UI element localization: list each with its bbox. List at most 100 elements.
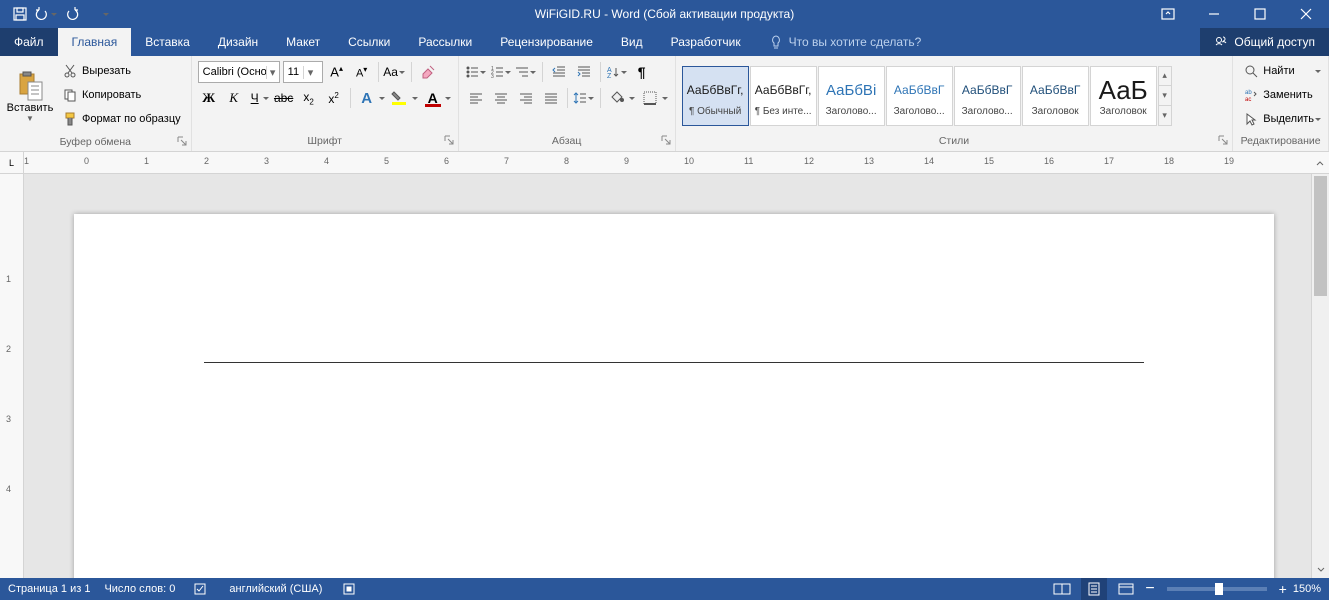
align-center-button[interactable] (490, 87, 512, 109)
style-item-0[interactable]: АаБбВвГг,¶ Обычный (682, 66, 749, 126)
text-effects-button[interactable]: A (356, 87, 386, 109)
font-color-button[interactable]: A (422, 87, 452, 109)
underline-button[interactable]: Ч (248, 87, 270, 109)
numbering-button[interactable]: 123 (490, 61, 512, 83)
svg-text:ac: ac (1245, 97, 1251, 102)
styles-scroll[interactable]: ▴▾▾ (1158, 66, 1172, 126)
cursor-icon (1243, 111, 1259, 127)
borders-button[interactable] (639, 87, 669, 109)
select-button[interactable]: Выделить (1239, 108, 1322, 130)
page[interactable] (74, 214, 1274, 578)
minimize-button[interactable] (1191, 0, 1237, 28)
show-marks-button[interactable]: ¶ (631, 61, 653, 83)
style-item-6[interactable]: АаБЗаголовок (1090, 66, 1157, 126)
tab-file[interactable]: Файл (0, 28, 58, 56)
style-item-1[interactable]: АаБбВвГг,¶ Без инте... (750, 66, 817, 126)
print-layout-button[interactable] (1081, 578, 1107, 600)
tab-view[interactable]: Вид (607, 28, 657, 56)
superscript-button[interactable]: x2 (323, 87, 345, 109)
status-page[interactable]: Страница 1 из 1 (8, 583, 90, 595)
redo-button[interactable] (60, 2, 84, 26)
font-dialog-launcher[interactable] (444, 135, 456, 147)
change-case-button[interactable]: Aa (384, 61, 406, 83)
sort-button[interactable]: AZ (606, 61, 628, 83)
style-item-4[interactable]: АаБбВвГЗаголово... (954, 66, 1021, 126)
group-label-styles: Стили (939, 135, 969, 147)
highlight-button[interactable] (389, 87, 419, 109)
undo-button[interactable] (34, 2, 58, 26)
bullets-button[interactable] (465, 61, 487, 83)
font-size-combo[interactable]: 11▾ (283, 61, 323, 83)
increase-indent-button[interactable] (573, 61, 595, 83)
zoom-out-button[interactable]: − (1145, 580, 1154, 598)
tab-insert[interactable]: Вставка (131, 28, 204, 56)
ribbon-display-options[interactable] (1145, 0, 1191, 28)
clear-formatting-button[interactable] (417, 61, 439, 83)
ruler-area: L 21012345678910111213141516171819 (0, 152, 1329, 174)
copy-icon (62, 87, 78, 103)
ruler-corner[interactable]: L (0, 152, 24, 174)
align-left-button[interactable] (465, 87, 487, 109)
align-right-button[interactable] (515, 87, 537, 109)
style-item-2[interactable]: АаБбВіЗаголово... (818, 66, 885, 126)
qat-customize[interactable] (86, 2, 110, 26)
style-item-3[interactable]: АаБбВвГЗаголово... (886, 66, 953, 126)
web-layout-button[interactable] (1113, 578, 1139, 600)
copy-button[interactable]: Копировать (58, 84, 185, 106)
tab-developer[interactable]: Разработчик (657, 28, 755, 56)
maximize-button[interactable] (1237, 0, 1283, 28)
tab-design[interactable]: Дизайн (204, 28, 272, 56)
line-spacing-button[interactable] (573, 87, 595, 109)
decrease-indent-button[interactable] (548, 61, 570, 83)
tab-review[interactable]: Рецензирование (486, 28, 607, 56)
group-editing: Найти abacЗаменить Выделить Редактирован… (1233, 56, 1329, 151)
horizontal-ruler[interactable]: 21012345678910111213141516171819 (24, 152, 1311, 174)
tab-layout[interactable]: Макет (272, 28, 334, 56)
tell-me[interactable]: Что вы хотите сделать? (755, 28, 936, 56)
status-words[interactable]: Число слов: 0 (104, 583, 175, 595)
strikethrough-button[interactable]: abc (273, 87, 295, 109)
subscript-button[interactable]: x2 (298, 87, 320, 109)
shading-button[interactable] (606, 87, 636, 109)
macro-icon[interactable] (336, 578, 362, 600)
styles-dialog-launcher[interactable] (1218, 135, 1230, 147)
italic-button[interactable]: К (223, 87, 245, 109)
read-mode-button[interactable] (1049, 578, 1075, 600)
bold-button[interactable]: Ж (198, 87, 220, 109)
tab-home[interactable]: Главная (58, 28, 132, 56)
spellcheck-icon[interactable] (189, 578, 215, 600)
find-button[interactable]: Найти (1239, 60, 1322, 82)
style-item-5[interactable]: АаБбВвГЗаголовок (1022, 66, 1089, 126)
replace-button[interactable]: abacЗаменить (1239, 84, 1322, 106)
justify-button[interactable] (540, 87, 562, 109)
clipboard-dialog-launcher[interactable] (177, 136, 189, 148)
zoom-level[interactable]: 150% (1293, 583, 1321, 595)
save-button[interactable] (8, 2, 32, 26)
format-painter-button[interactable]: Формат по образцу (58, 108, 185, 130)
bucket-icon (609, 91, 625, 105)
document-canvas[interactable] (24, 174, 1311, 578)
shrink-font-button[interactable]: A▾ (351, 61, 373, 83)
zoom-handle[interactable] (1215, 583, 1223, 595)
share-button[interactable]: Общий доступ (1200, 28, 1329, 56)
grow-font-button[interactable]: A▴ (326, 61, 348, 83)
search-icon (1243, 63, 1259, 79)
cut-button[interactable]: Вырезать (58, 60, 185, 82)
status-language[interactable]: английский (США) (229, 583, 322, 595)
font-name-combo[interactable]: Calibri (Осно▾ (198, 61, 280, 83)
horizontal-line-shape[interactable] (204, 362, 1144, 363)
tab-mailings[interactable]: Рассылки (404, 28, 486, 56)
vertical-scrollbar[interactable] (1311, 174, 1329, 578)
close-button[interactable] (1283, 0, 1329, 28)
ruler-end[interactable] (1311, 152, 1329, 174)
multilevel-list-button[interactable] (515, 61, 537, 83)
scroll-down-button[interactable] (1312, 560, 1329, 578)
vertical-ruler[interactable]: 1234 (0, 174, 24, 578)
zoom-slider[interactable] (1167, 587, 1267, 591)
paste-button[interactable]: Вставить ▼ (6, 60, 54, 132)
svg-text:ab: ab (1245, 90, 1252, 96)
zoom-in-button[interactable]: + (1279, 581, 1287, 597)
paragraph-dialog-launcher[interactable] (661, 135, 673, 147)
scroll-thumb[interactable] (1314, 176, 1327, 296)
tab-references[interactable]: Ссылки (334, 28, 404, 56)
